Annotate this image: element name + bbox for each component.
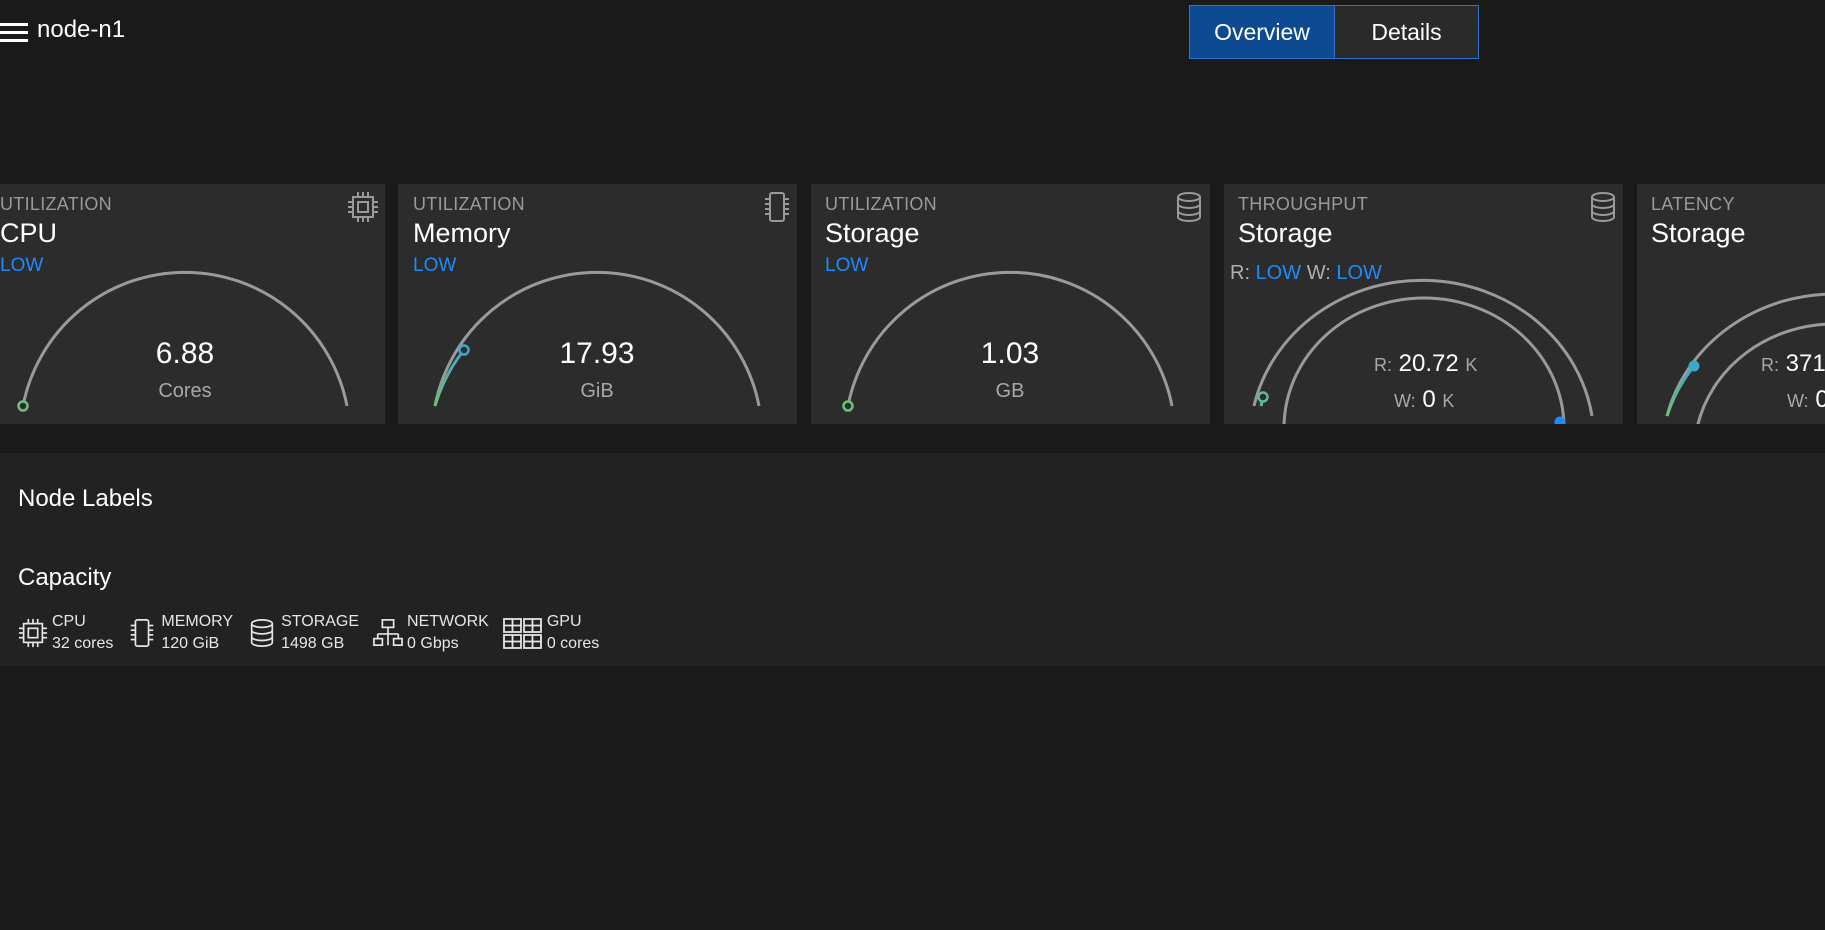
capacity-label: MEMORY — [161, 613, 234, 630]
hamburger-menu-icon[interactable] — [0, 21, 29, 43]
gauge-unit: Cores — [158, 380, 212, 402]
capacity-label: NETWORK — [407, 613, 489, 630]
node-name-title: node-n1 — [37, 16, 126, 43]
storage-utilization-card[interactable]: UTILIZATION Storage LOW 1.03 GB — [811, 184, 1210, 424]
read-marker — [1688, 360, 1700, 372]
gauge-unit: GiB — [580, 380, 614, 402]
gauge-fill — [433, 349, 466, 407]
read-latency-value: R: 371 — [1761, 350, 1825, 377]
capacity-value: 0 cores — [546, 635, 600, 652]
gauge-marker — [17, 400, 29, 412]
memory-utilization-card[interactable]: UTILIZATION Memory LOW 17.93 GiB — [398, 184, 797, 424]
capacity-list: CPU 32 cores MEMORY 120 GiB STORAGE 1498… — [18, 611, 613, 655]
view-tabs: Overview Details — [1189, 5, 1479, 59]
capacity-label: GPU — [546, 613, 582, 630]
gauge-marker — [458, 344, 470, 356]
gauge-value: 17.93 — [559, 337, 635, 370]
metric-cards-row: UTILIZATION CPU LOW 6.88 Cores UTILIZATI… — [0, 184, 1825, 424]
capacity-heading: Capacity — [18, 564, 112, 591]
memory-module-icon — [131, 619, 154, 647]
capacity-item-cpu: CPU 32 cores — [18, 611, 113, 655]
tab-overview[interactable]: Overview — [1190, 6, 1334, 58]
capacity-value: 0 Gbps — [407, 635, 459, 652]
tab-details[interactable]: Details — [1334, 6, 1478, 58]
write-throughput-value: W: 0 K — [1394, 386, 1455, 413]
cpu-utilization-card[interactable]: UTILIZATION CPU LOW 6.88 Cores — [0, 184, 385, 424]
capacity-item-gpu: GPU 0 cores — [502, 611, 600, 655]
network-icon — [373, 619, 403, 647]
read-throughput-value: R: 20.72 K — [1374, 350, 1478, 377]
cpu-chip-icon — [18, 618, 48, 648]
capacity-label: STORAGE — [281, 613, 360, 630]
capacity-item-memory: MEMORY 120 GiB — [127, 611, 233, 655]
write-latency-value: W: 0 — [1787, 386, 1825, 413]
gauge-unit: GB — [995, 380, 1025, 402]
write-marker — [1554, 416, 1566, 424]
database-icon — [250, 619, 274, 647]
gauge-marker — [842, 400, 854, 412]
gauge-fill — [1665, 365, 1696, 417]
node-labels-heading: Node Labels — [18, 485, 153, 512]
read-marker — [1257, 391, 1269, 403]
gauge-value: 1.03 — [980, 337, 1040, 370]
top-bar: node-n1 Overview Details — [0, 0, 1825, 64]
storage-latency-card[interactable]: LATENCY Storage R: 371 W: 0 — [1637, 184, 1825, 424]
gpu-grid-icon — [502, 618, 542, 649]
capacity-value: 32 cores — [52, 635, 114, 652]
capacity-item-storage: STORAGE 1498 GB — [247, 611, 359, 655]
gauge-value: 6.88 — [155, 337, 215, 370]
capacity-value: 120 GiB — [161, 635, 220, 652]
storage-throughput-card[interactable]: THROUGHPUT Storage R: LOW W: LOW R: 20.7… — [1224, 184, 1623, 424]
node-info-section: Node Labels Capacity CPU 32 cores MEMORY… — [0, 453, 1825, 666]
capacity-item-network: NETWORK 0 Gbps — [373, 611, 489, 655]
capacity-label: CPU — [52, 613, 86, 630]
capacity-value: 1498 GB — [281, 635, 345, 652]
